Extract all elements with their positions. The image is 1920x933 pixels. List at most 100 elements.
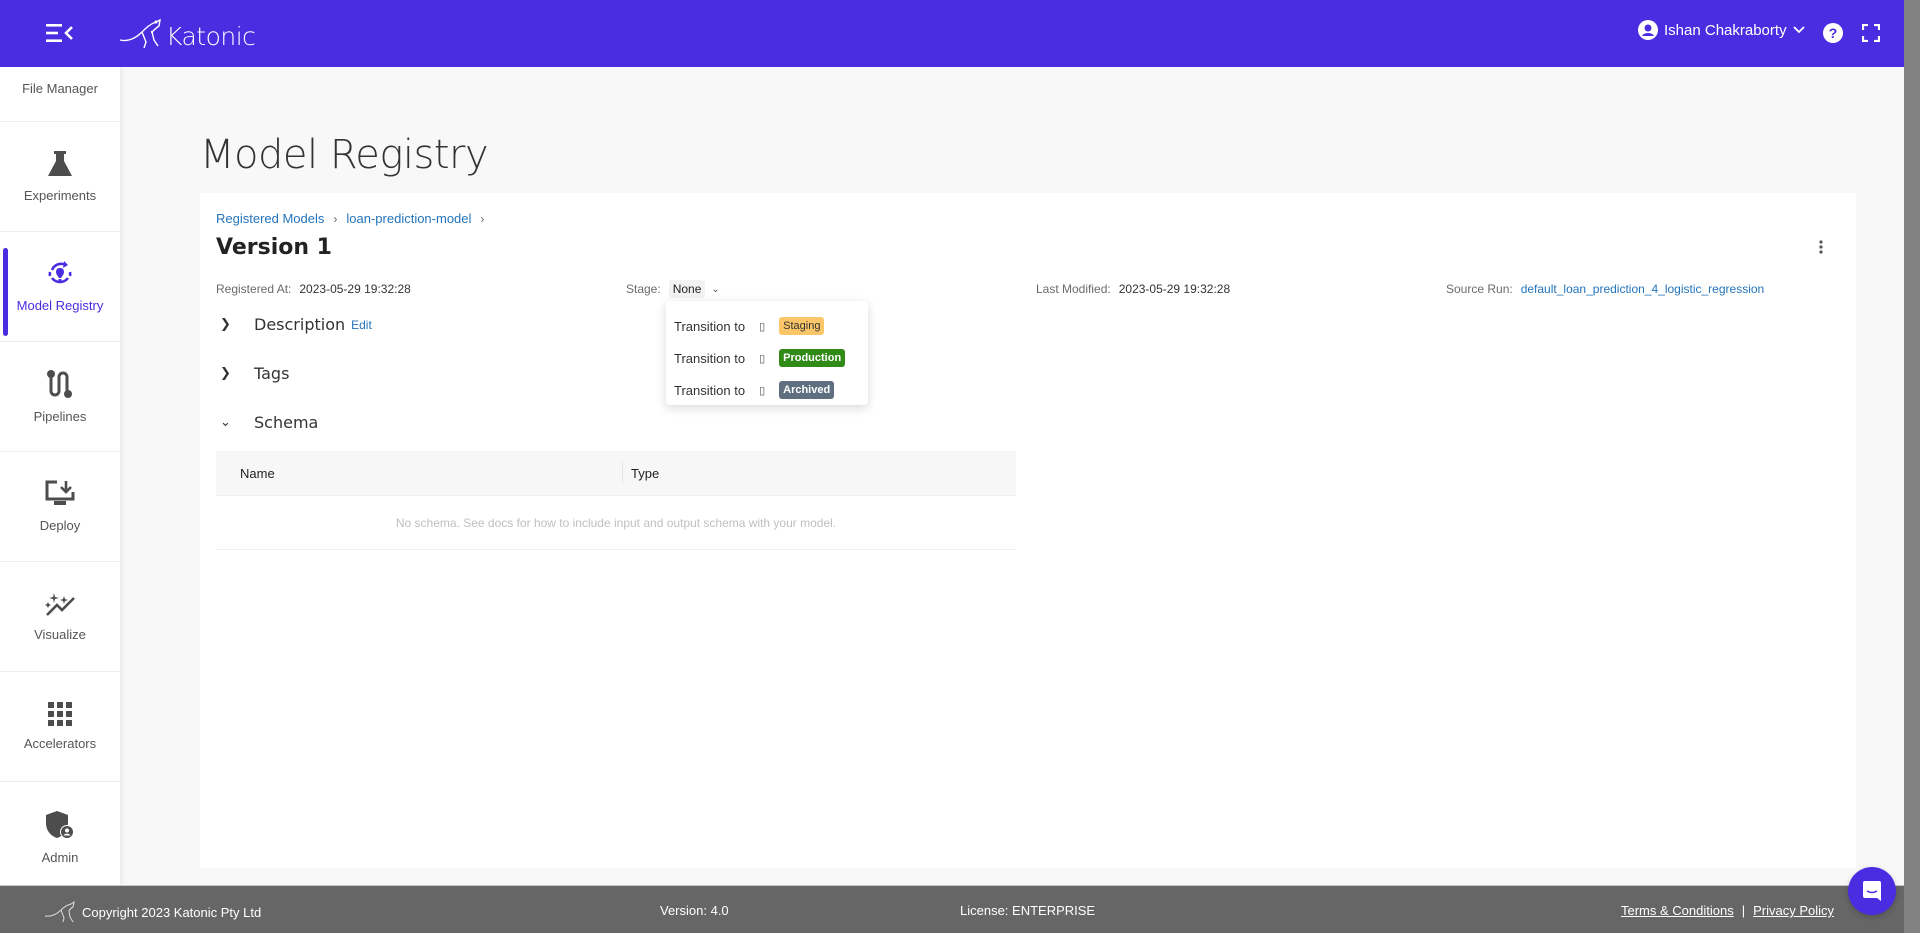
- transition-to-staging[interactable]: Transition to ▯ Staging: [666, 310, 868, 342]
- stage-field: Stage: None ⌄: [626, 280, 720, 298]
- transition-to-production[interactable]: Transition to ▯ Production: [666, 342, 868, 374]
- chevron-down-icon: ⌄: [220, 415, 231, 430]
- shield-user-icon: [46, 810, 74, 839]
- sidebar-item-label: Accelerators: [23, 736, 97, 751]
- sidebar-item-label: File Manager: [22, 81, 98, 96]
- model-registry-icon: [48, 261, 72, 284]
- chat-icon: [1863, 881, 1881, 901]
- stage-label: Stage:: [626, 282, 661, 296]
- arrow-icon: ▯: [759, 352, 766, 365]
- source-run-label: Source Run:: [1446, 282, 1513, 296]
- chevron-down-icon: [1792, 26, 1805, 34]
- version-title: Version 1: [216, 235, 332, 260]
- fullscreen-icon[interactable]: [1861, 23, 1881, 47]
- scrollbar-thumb[interactable]: [1904, 0, 1920, 933]
- tags-heading: Tags: [254, 364, 290, 383]
- registered-at-value: 2023-05-29 19:32:28: [299, 282, 411, 296]
- sidebar-item-label: Deploy: [39, 518, 81, 533]
- sidebar-item-file-manager[interactable]: File Manager: [0, 67, 120, 122]
- edit-description-link[interactable]: Edit: [351, 318, 372, 332]
- sidebar-item-deploy[interactable]: Deploy: [0, 452, 120, 562]
- description-heading: Description: [254, 315, 346, 334]
- registered-at: Registered At: 2023-05-29 19:32:28: [216, 282, 411, 296]
- sidebar-item-label: Visualize: [34, 627, 86, 642]
- sidebar-item-model-registry[interactable]: Model Registry: [0, 232, 120, 342]
- column-header-type[interactable]: Type: [623, 451, 659, 496]
- terms-link[interactable]: Terms & Conditions: [1621, 903, 1734, 918]
- staging-badge: Staging: [779, 317, 825, 335]
- page-title: Model Registry: [200, 132, 489, 178]
- kangaroo-logo-icon: [44, 901, 75, 923]
- monitor-download-icon: [45, 480, 75, 505]
- sidebar-item-visualize[interactable]: Visualize: [0, 562, 120, 672]
- schema-heading: Schema: [254, 413, 319, 432]
- user-name: Ishan Chakraborty: [1664, 21, 1787, 39]
- version-text: Version: 4.0: [660, 903, 729, 918]
- schema-table-header: Name Type: [216, 451, 1016, 496]
- source-run: Source Run: default_loan_prediction_4_lo…: [1446, 282, 1764, 296]
- breadcrumb: Registered Models › loan-prediction-mode…: [216, 211, 493, 226]
- column-header-name[interactable]: Name: [216, 462, 623, 484]
- kangaroo-logo-icon: [119, 18, 161, 48]
- archived-badge: Archived: [779, 381, 835, 399]
- transition-label: Transition to: [674, 382, 746, 398]
- stage-transition-menu: Transition to ▯ Staging Transition to ▯ …: [666, 301, 868, 405]
- user-avatar-icon: [1638, 20, 1658, 40]
- transition-to-archived[interactable]: Transition to ▯ Archived: [666, 374, 868, 406]
- footer-separator: |: [1741, 903, 1746, 918]
- last-modified-value: 2023-05-29 19:32:28: [1118, 282, 1231, 296]
- arrow-icon: ▯: [759, 320, 766, 333]
- sidebar-item-label: Experiments: [23, 188, 97, 203]
- help-icon[interactable]: ?: [1822, 22, 1844, 49]
- arrow-icon: ▯: [759, 384, 766, 397]
- sidebar-item-label: Model Registry: [16, 298, 104, 313]
- last-modified-label: Last Modified:: [1036, 282, 1111, 296]
- breadcrumb-separator-icon: ›: [333, 211, 338, 226]
- chevron-right-icon: ❯: [220, 317, 231, 332]
- pipeline-icon: [47, 370, 72, 398]
- sidebar-item-label: Pipelines: [33, 409, 87, 424]
- page-scrollbar[interactable]: [1904, 0, 1920, 933]
- model-version-card: Registered Models › loan-prediction-mode…: [200, 193, 1856, 868]
- schema-empty-message: No schema. See docs for how to include i…: [216, 496, 1016, 550]
- last-modified: Last Modified: 2023-05-29 19:32:28: [1036, 282, 1230, 296]
- copyright-text: Copyright 2023 Katonic Pty Ltd: [82, 904, 262, 920]
- privacy-link[interactable]: Privacy Policy: [1753, 903, 1834, 918]
- top-header: Katonic Ishan Chakraborty ?: [0, 0, 1904, 67]
- more-options-icon[interactable]: [1818, 239, 1824, 260]
- sidebar-item-admin[interactable]: Admin: [0, 782, 120, 892]
- katonic-logo[interactable]: Katonic: [118, 16, 256, 51]
- chevron-down-icon[interactable]: ⌄: [711, 284, 719, 295]
- user-menu[interactable]: Ishan Chakraborty: [1638, 20, 1805, 40]
- transition-label: Transition to: [674, 350, 746, 366]
- breadcrumb-separator-icon: ›: [480, 211, 485, 226]
- sidebar-item-accelerators[interactable]: Accelerators: [0, 672, 120, 782]
- flask-icon: [48, 151, 72, 176]
- brand-name: Katonic: [166, 22, 256, 51]
- sidebar-item-experiments[interactable]: Experiments: [0, 122, 120, 232]
- footer: Copyright 2023 Katonic Pty Ltd Version: …: [0, 885, 1904, 933]
- license-text: License: ENTERPRISE: [960, 903, 1096, 918]
- sidebar: File Manager Experiments Model Registry …: [0, 67, 120, 885]
- footer-copyright: Copyright 2023 Katonic Pty Ltd: [44, 901, 261, 923]
- production-badge: Production: [779, 349, 846, 367]
- sidebar-item-pipelines[interactable]: Pipelines: [0, 342, 120, 452]
- schema-section[interactable]: ⌄ Schema: [216, 413, 318, 432]
- transition-label: Transition to: [674, 318, 746, 334]
- tags-section[interactable]: ❯ Tags: [216, 364, 289, 383]
- chevron-right-icon: ❯: [220, 366, 231, 381]
- sparkle-chart-icon: [45, 593, 75, 616]
- registered-at-label: Registered At:: [216, 282, 292, 296]
- source-run-link[interactable]: default_loan_prediction_4_logistic_regre…: [1521, 282, 1765, 296]
- breadcrumb-registered-models[interactable]: Registered Models: [216, 211, 324, 226]
- footer-links: Terms & Conditions | Privacy Policy: [1621, 903, 1834, 918]
- menu-collapse-icon[interactable]: [46, 22, 74, 44]
- breadcrumb-model-name[interactable]: loan-prediction-model: [346, 211, 471, 226]
- sidebar-item-label: Admin: [41, 849, 79, 865]
- chat-support-button[interactable]: [1848, 867, 1896, 915]
- description-section[interactable]: ❯ Description Edit: [216, 315, 372, 334]
- grid-icon: [48, 702, 72, 726]
- svg-text:?: ?: [1829, 25, 1838, 41]
- stage-dropdown-button[interactable]: None: [668, 280, 706, 298]
- schema-table: Name Type No schema. See docs for how to…: [216, 451, 1016, 550]
